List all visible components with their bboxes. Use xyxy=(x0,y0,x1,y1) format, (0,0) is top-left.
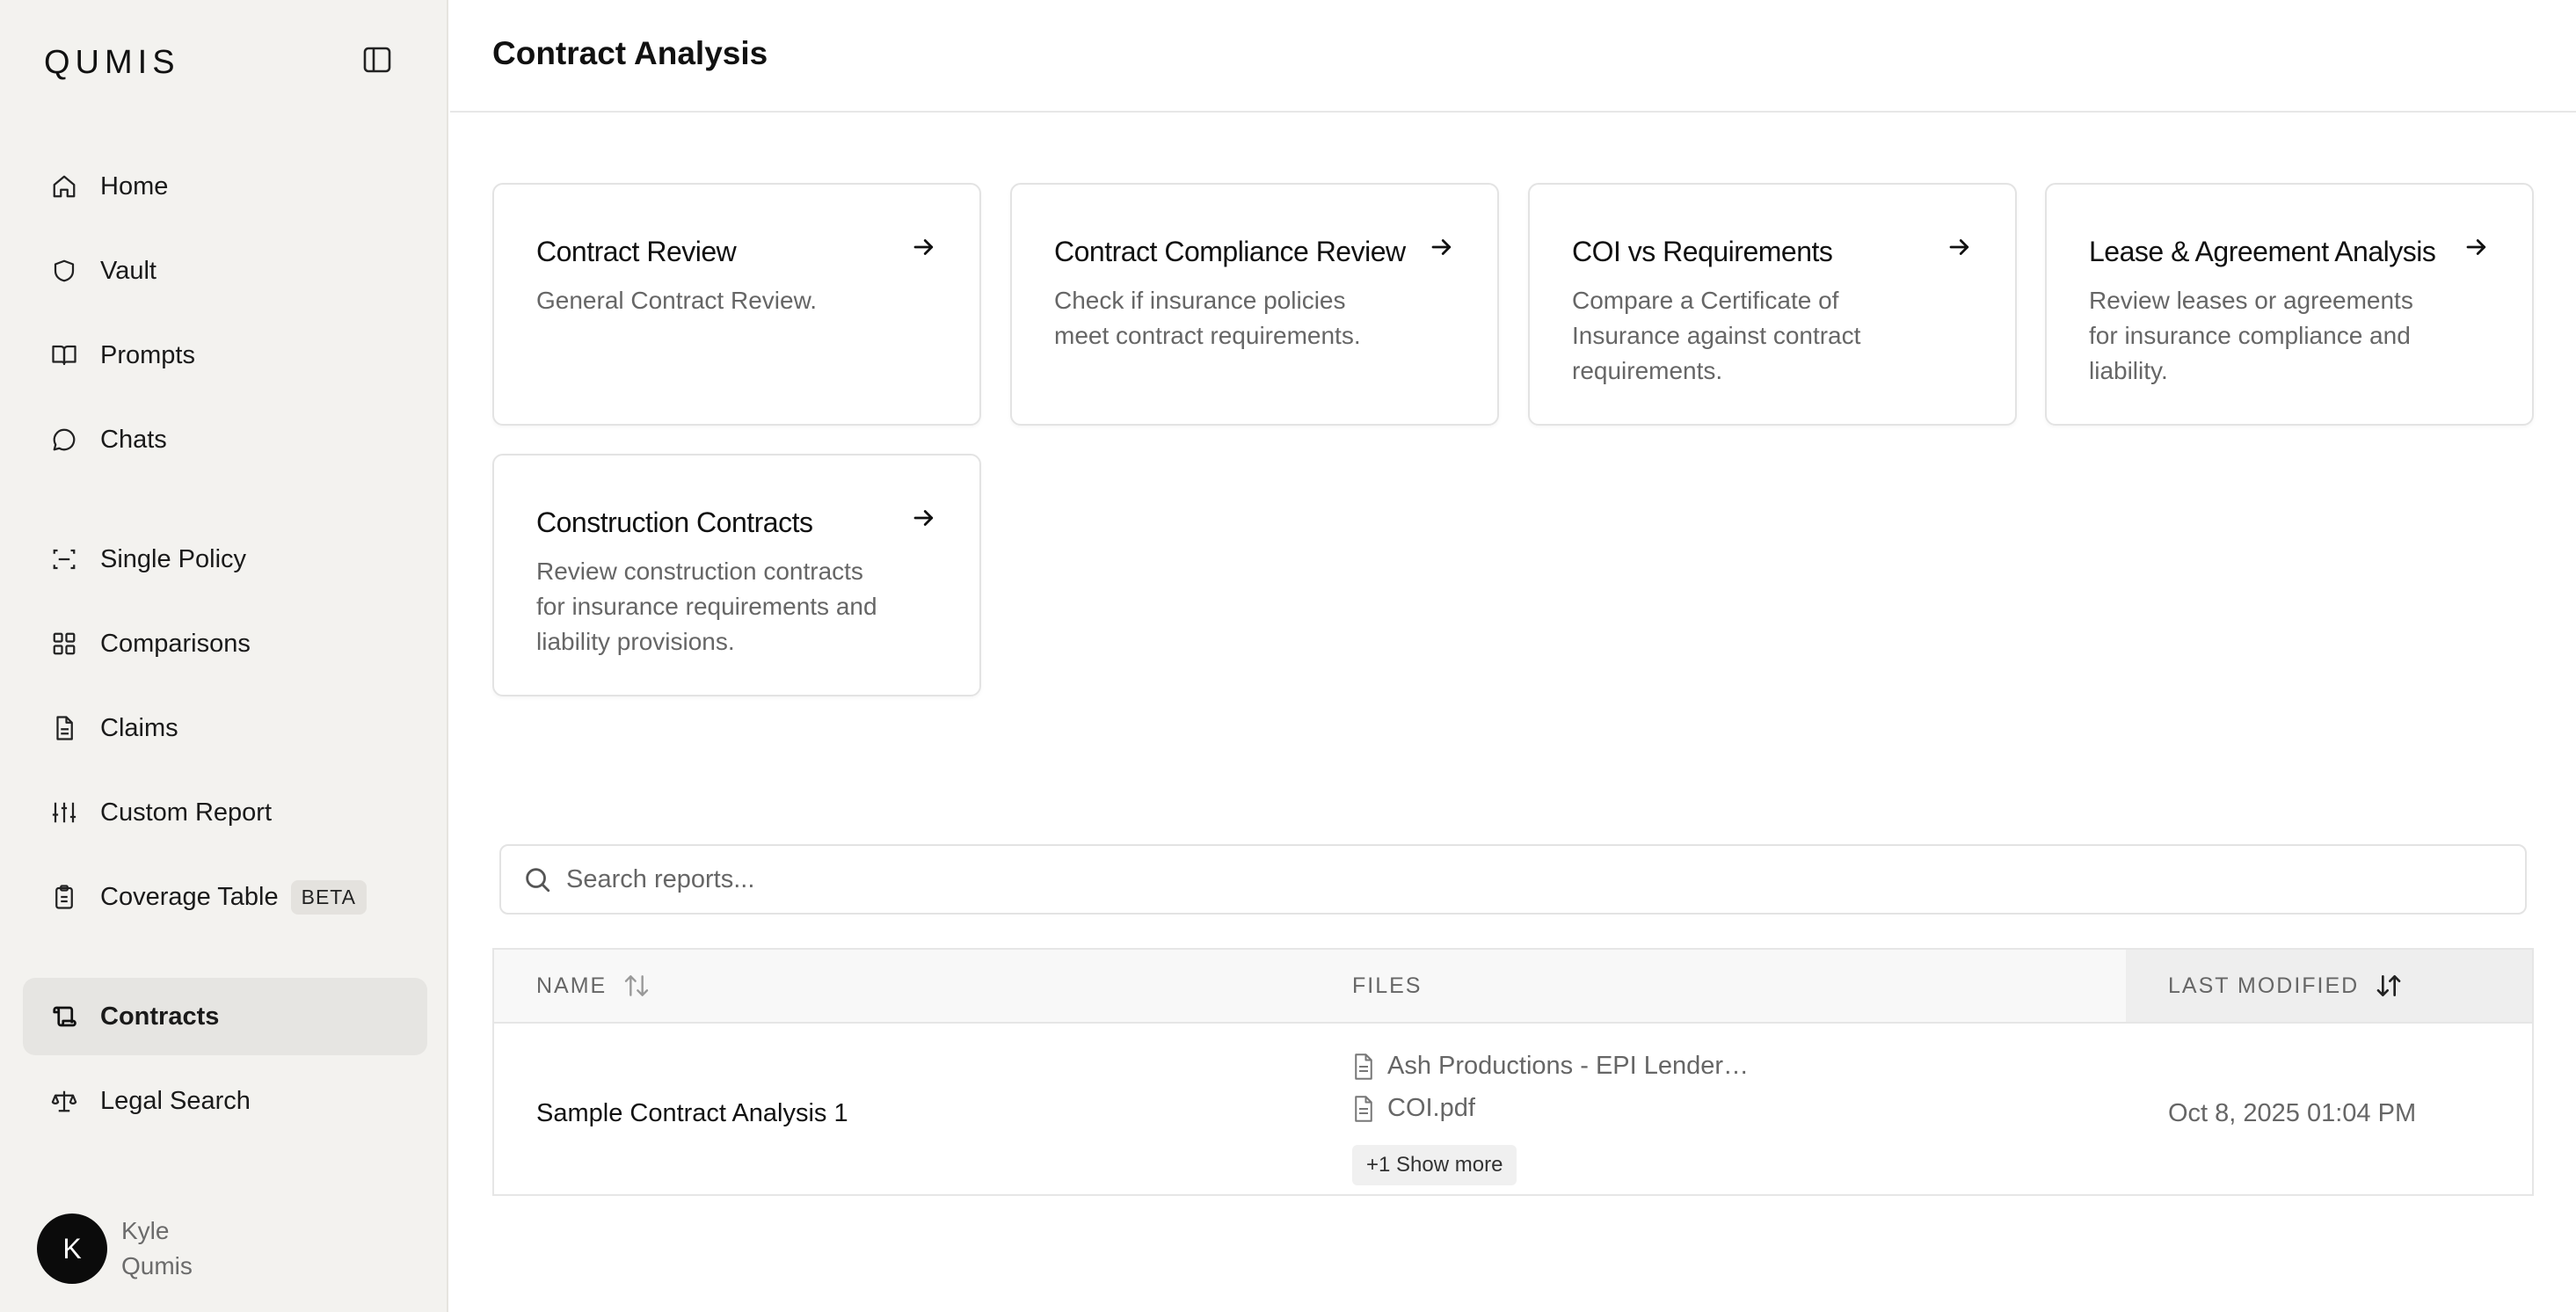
arrow-right-icon xyxy=(1949,239,1969,255)
sort-descending-icon[interactable] xyxy=(2375,972,2403,1000)
card-description: Compare a Certificate of Insurance again… xyxy=(1572,287,1861,384)
sidebar-item-coverage-table[interactable]: Coverage Table BETA xyxy=(23,858,427,936)
sidebar-item-comparisons[interactable]: Comparisons xyxy=(23,605,427,682)
sidebar-item-vault[interactable]: Vault xyxy=(23,232,427,310)
scroll-icon xyxy=(49,1002,79,1031)
sidebar-item-label: Comparisons xyxy=(100,629,251,658)
user-name: Kyle Qumis xyxy=(121,1214,193,1284)
show-more-button[interactable]: +1 Show more xyxy=(1352,1145,1517,1185)
book-icon xyxy=(49,340,79,370)
user-last-name: Qumis xyxy=(121,1252,193,1279)
table-header: NAME FILES LAST MODIFIED xyxy=(494,950,2532,1024)
arrow-right-icon xyxy=(913,510,934,526)
file-name: Ash Productions - EPI Lender… xyxy=(1387,1052,1750,1080)
clipboard-icon xyxy=(49,882,79,912)
column-header-label: FILES xyxy=(1352,973,1423,998)
card-contract-compliance-review[interactable]: Contract Compliance Review Check if insu… xyxy=(1010,183,1499,426)
card-coi-vs-requirements[interactable]: COI vs Requirements Compare a Certificat… xyxy=(1528,183,2017,426)
sidebar-item-label: Legal Search xyxy=(100,1086,251,1115)
scale-icon xyxy=(49,1086,79,1116)
file-name: COI.pdf xyxy=(1387,1094,1475,1122)
card-description: General Contract Review. xyxy=(536,287,818,314)
sidebar-item-label: Chats xyxy=(100,425,167,454)
file-icon xyxy=(1355,1053,1372,1080)
sidebar-item-chats[interactable]: Chats xyxy=(23,401,427,478)
search-input[interactable] xyxy=(566,864,2483,894)
card-title: Lease & Agreement Analysis xyxy=(2089,236,2436,267)
sidebar-item-label: Vault xyxy=(100,256,156,285)
sidebar-item-custom-report[interactable]: Custom Report xyxy=(23,774,427,851)
reports-table: NAME FILES LAST MODIFIED Sample Contract… xyxy=(492,948,2534,1196)
sidebar-item-label: Home xyxy=(100,171,169,200)
table-row[interactable]: Sample Contract Analysis 1 Ash Productio… xyxy=(494,1024,2532,1196)
card-description: Review construction contracts for insura… xyxy=(536,558,877,655)
column-header-name[interactable]: NAME xyxy=(536,950,651,1022)
sliders-icon xyxy=(49,798,79,827)
last-modified-value: Oct 8, 2025 01:04 PM xyxy=(2168,1099,2417,1127)
file-icon xyxy=(1355,1095,1372,1122)
arrow-right-icon xyxy=(1431,239,1452,255)
column-header-last-modified[interactable]: LAST MODIFIED xyxy=(2126,950,2532,1022)
sidebar-toggle-button[interactable] xyxy=(359,44,396,76)
column-header-label: LAST MODIFIED xyxy=(2168,973,2360,998)
sidebar-item-claims[interactable]: Claims xyxy=(23,689,427,767)
card-title: Construction Contracts xyxy=(536,507,813,538)
sidebar-item-prompts[interactable]: Prompts xyxy=(23,317,427,394)
card-title: COI vs Requirements xyxy=(1572,236,1833,267)
sort-icon[interactable] xyxy=(622,972,651,1000)
sidebar-item-home[interactable]: Home xyxy=(23,148,427,225)
user-first-name: Kyle xyxy=(121,1217,170,1244)
chat-bubble-icon xyxy=(49,425,79,455)
shield-icon xyxy=(49,256,79,286)
file-item[interactable]: Ash Productions - EPI Lender… xyxy=(1352,1052,1749,1081)
page-header: Contract Analysis xyxy=(450,0,2576,113)
card-description: Check if insurance policies meet contrac… xyxy=(1054,287,1361,349)
user-profile[interactable]: K Kyle Qumis xyxy=(37,1214,193,1284)
scan-icon xyxy=(49,544,79,574)
avatar: K xyxy=(37,1214,107,1284)
column-header-label: NAME xyxy=(536,973,608,998)
card-construction-contracts[interactable]: Construction Contracts Review constructi… xyxy=(492,454,981,696)
document-icon xyxy=(49,713,79,743)
card-description: Review leases or agreements for insuranc… xyxy=(2089,287,2413,384)
grid-icon xyxy=(49,629,79,659)
card-lease-agreement-analysis[interactable]: Lease & Agreement Analysis Review leases… xyxy=(2045,183,2534,426)
app-logo: QUMIS xyxy=(44,44,180,81)
card-title: Contract Review xyxy=(536,236,737,267)
sidebar-item-single-policy[interactable]: Single Policy xyxy=(23,521,427,598)
file-item[interactable]: COI.pdf xyxy=(1352,1094,1475,1123)
card-contract-review[interactable]: Contract Review General Contract Review. xyxy=(492,183,981,426)
sidebar-item-legal-search[interactable]: Legal Search xyxy=(23,1062,427,1140)
sidebar-item-label: Single Policy xyxy=(100,544,247,573)
search-bar xyxy=(499,844,2527,915)
search-icon xyxy=(526,868,550,893)
arrow-right-icon xyxy=(913,239,934,255)
sidebar-item-label: Coverage Table xyxy=(100,882,279,911)
sidebar-item-label: Contracts xyxy=(100,1002,220,1031)
card-title: Contract Compliance Review xyxy=(1054,236,1406,267)
sidebar-item-label: Custom Report xyxy=(100,798,273,827)
beta-badge: BETA xyxy=(290,879,367,915)
arrow-right-icon xyxy=(2466,239,2486,255)
sidebar-item-label: Prompts xyxy=(100,340,195,369)
sidebar-item-contracts[interactable]: Contracts xyxy=(23,978,427,1055)
column-header-files: FILES xyxy=(1352,950,1422,1022)
page-title: Contract Analysis xyxy=(492,35,768,71)
home-icon xyxy=(49,171,79,201)
sidebar-item-label: Claims xyxy=(100,713,178,742)
report-name: Sample Contract Analysis 1 xyxy=(536,1099,848,1127)
sidebar-toggle-icon xyxy=(363,47,391,73)
sidebar: QUMIS Home Vault Prompts Chats Single Po… xyxy=(0,0,448,1312)
